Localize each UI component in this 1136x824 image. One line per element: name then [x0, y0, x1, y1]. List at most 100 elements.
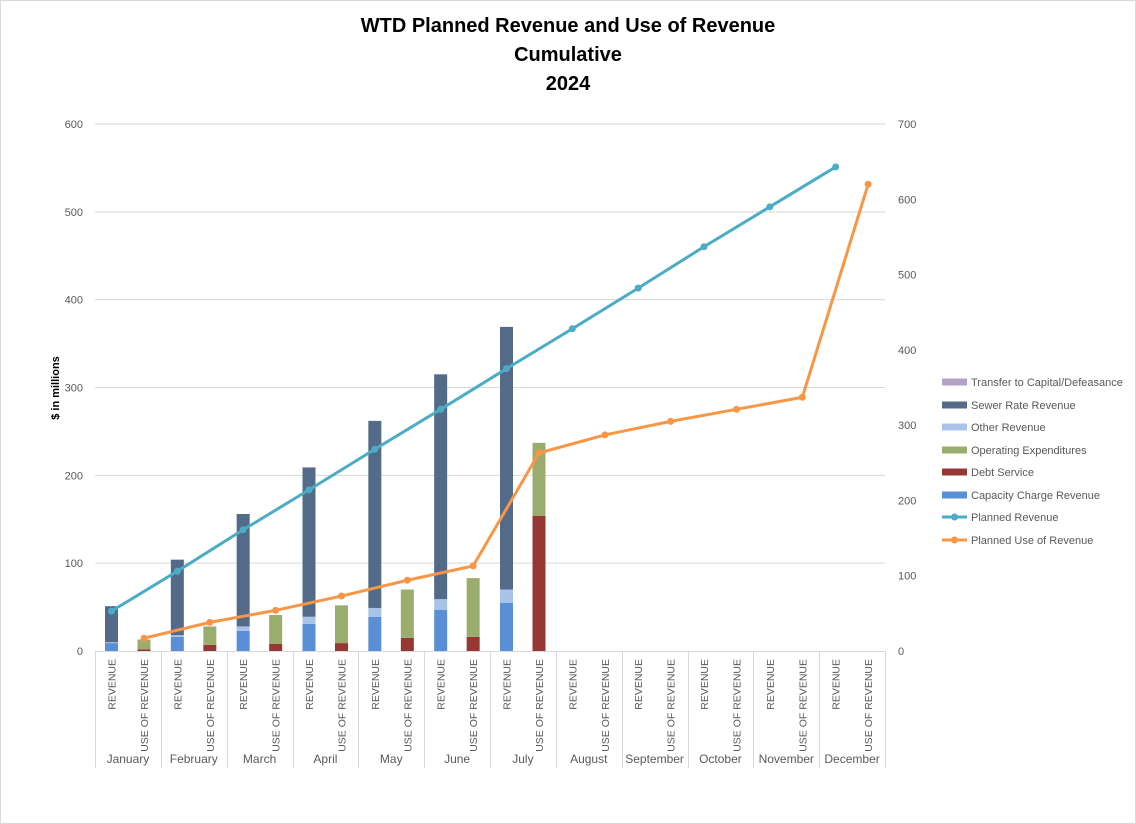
marker-planned_revenue — [108, 607, 115, 615]
sub-category-label: USE OF REVENUE — [732, 659, 744, 752]
sub-category-label: USE OF REVENUE — [337, 659, 349, 752]
legend-label: Planned Revenue — [971, 512, 1058, 524]
bar-debt — [532, 515, 546, 651]
sub-category-label: USE OF REVENUE — [797, 659, 809, 752]
y-axis-left: 0 100 200 300 400 500 600 — [65, 119, 83, 658]
line-series — [108, 163, 872, 642]
sub-category-label: USE OF REVENUE — [468, 659, 480, 752]
y2-tick-label: 100 — [898, 571, 916, 583]
marker-planned_revenue — [832, 163, 840, 171]
marker-planned_revenue — [239, 526, 247, 534]
bar-debt — [137, 649, 151, 651]
chart-canvas: 0 100 200 300 400 500 600 0 100 200 300 400 500 600 7… — [50, 119, 1123, 768]
y-tick-label: 300 — [65, 383, 83, 395]
legend-swatch-transfer — [942, 378, 967, 386]
month-label: August — [570, 752, 608, 766]
sub-category-label: USE OF REVENUE — [402, 659, 414, 752]
legend-label: Capacity Charge Revenue — [971, 490, 1100, 502]
sub-category-label: USE OF REVENUE — [666, 659, 678, 752]
sub-category-label: USE OF REVENUE — [534, 659, 546, 752]
legend-label: Transfer to Capital/Defeasance — [971, 377, 1123, 389]
y-tick-label: 400 — [65, 295, 83, 307]
bar-operating — [335, 605, 348, 644]
marker-planned_use — [338, 592, 345, 600]
bar-other — [302, 616, 316, 624]
bar-capacity — [434, 609, 448, 651]
y2-tick-label: 400 — [898, 345, 916, 357]
marker-planned_revenue — [766, 203, 774, 211]
bar-capacity — [236, 630, 250, 651]
legend-swatch-capacity — [942, 491, 967, 499]
marker-planned_revenue — [371, 445, 379, 453]
marker-planned_use — [535, 449, 543, 457]
marker-planned_use — [403, 576, 411, 584]
sub-category-label: REVENUE — [699, 659, 711, 710]
legend-label: Operating Expenditures — [971, 445, 1087, 457]
x-axis: REVENUE USE OF REVENUEJanuaryREVENUE USE O… — [95, 651, 886, 768]
marker-planned_revenue — [634, 284, 642, 292]
month-label: June — [444, 752, 470, 766]
legend-label: Other Revenue — [971, 422, 1046, 434]
bar-capacity — [368, 616, 382, 651]
legend-item-other: Other Revenue — [942, 422, 1046, 434]
bar-operating — [203, 626, 217, 645]
bar-capacity — [500, 602, 513, 651]
sub-category-label: REVENUE — [172, 659, 184, 710]
sub-category-label: REVENUE — [765, 659, 777, 710]
marker-planned_use — [667, 417, 675, 425]
y2-tick-label: 500 — [898, 270, 916, 282]
bar-capacity — [170, 636, 184, 651]
month-label: December — [824, 752, 879, 766]
bar-debt — [466, 636, 480, 651]
legend-swatch-operating — [942, 446, 967, 454]
bar-other — [368, 607, 382, 617]
bar-debt — [269, 643, 283, 651]
sub-category-label: USE OF REVENUE — [205, 659, 217, 752]
marker-planned_use — [140, 634, 148, 642]
line-planned_revenue — [110, 165, 837, 613]
legend-item-capacity: Capacity Charge Revenue — [942, 490, 1100, 502]
bar-other — [500, 589, 513, 603]
legend-item-planned_use: Planned Use of Revenue — [942, 535, 1093, 547]
marker-planned_revenue — [568, 325, 576, 333]
legend-marker-planned_use — [951, 536, 958, 544]
y-axis-title: $ in millions — [50, 356, 62, 420]
y-tick-label: 100 — [65, 558, 83, 570]
sub-category-label: REVENUE — [370, 659, 382, 710]
month-label: November — [759, 752, 814, 766]
y-tick-label: 200 — [65, 470, 83, 482]
sub-category-label: REVENUE — [567, 659, 579, 710]
legend-item-operating: Operating Expenditures — [942, 445, 1087, 457]
y-axis-right: 0 100 200 300 400 500 600 700 — [898, 119, 916, 658]
marker-planned_use — [733, 405, 740, 413]
legend-item-transfer: Transfer to Capital/Defeasance — [942, 377, 1123, 389]
bar-debt — [203, 644, 217, 651]
marker-planned_revenue — [305, 486, 313, 494]
legend-item-sewer: Sewer Rate Revenue — [942, 400, 1076, 412]
bar-operating — [400, 589, 414, 638]
sub-category-label: REVENUE — [436, 659, 448, 710]
sub-category-label: REVENUE — [238, 659, 250, 710]
y2-tick-label: 700 — [898, 119, 916, 131]
bar-debt — [400, 637, 414, 651]
bar-other — [105, 642, 118, 644]
y-tick-label: 600 — [65, 119, 83, 131]
legend-marker-planned_revenue — [951, 513, 958, 521]
sub-category-label: REVENUE — [502, 659, 514, 710]
legend-item-planned_revenue: Planned Revenue — [942, 512, 1058, 524]
sub-category-label: USE OF REVENUE — [139, 659, 151, 752]
marker-planned_use — [469, 562, 477, 570]
y-tick-label: 0 — [77, 646, 83, 658]
marker-planned_use — [864, 180, 872, 188]
legend-swatch-other — [942, 423, 967, 431]
marker-planned_use — [798, 393, 806, 401]
bar-debt — [335, 643, 348, 651]
stacked-bars — [105, 326, 546, 651]
legend-label: Debt Service — [971, 467, 1034, 479]
bar-capacity — [302, 623, 316, 651]
y2-tick-label: 600 — [898, 194, 916, 206]
legend-swatch-debt — [942, 468, 967, 476]
y2-tick-label: 300 — [898, 420, 916, 432]
marker-planned_revenue — [173, 567, 181, 575]
month-label: February — [170, 752, 218, 766]
